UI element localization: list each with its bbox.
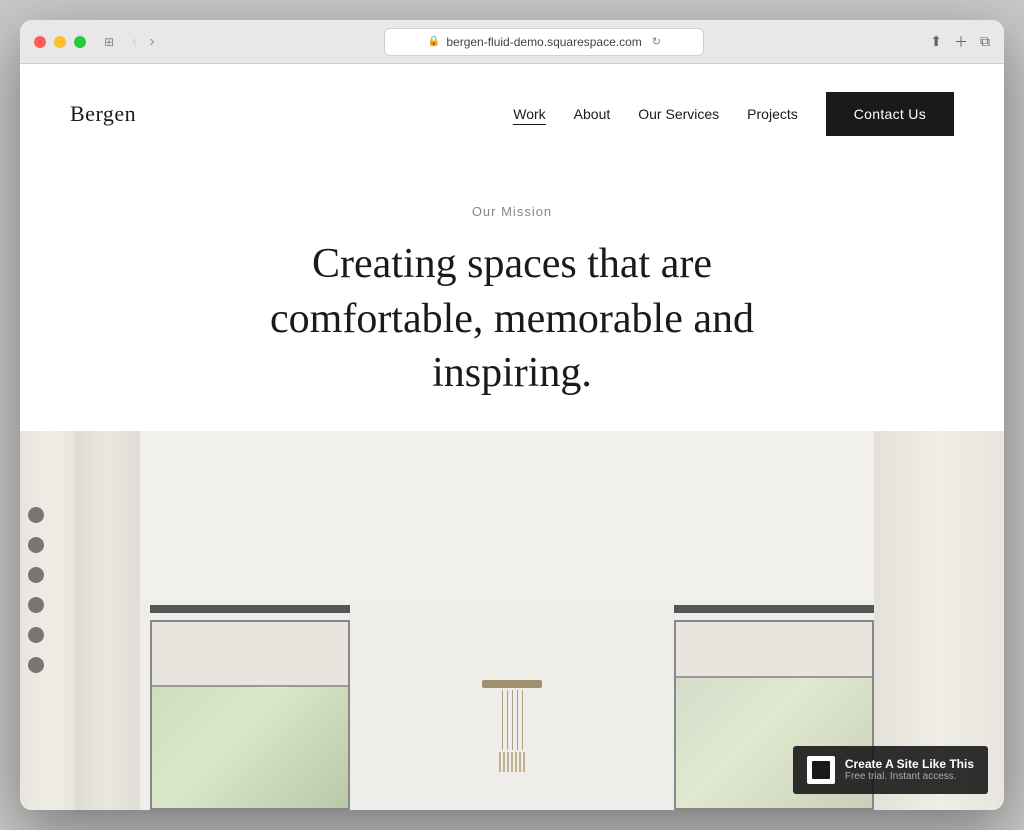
nav-link-work[interactable]: Work [513, 106, 545, 122]
left-curtains [20, 431, 150, 810]
mission-label: Our Mission [40, 204, 984, 219]
traffic-lights [34, 36, 86, 48]
title-bar: ⊞ ‹ › 🔒 bergen-fluid-demo.squarespace.co… [20, 20, 1004, 64]
headline-line1: Creating spaces that are [312, 241, 712, 287]
hero-image-section: Create A Site Like This Free trial. Inst… [20, 431, 1004, 810]
fringe-3 [507, 752, 509, 772]
string-4 [517, 690, 518, 750]
nav-arrows: ‹ › [128, 33, 159, 51]
reload-button[interactable]: ↻ [652, 35, 661, 48]
contact-us-button[interactable]: Contact Us [826, 92, 954, 136]
ring-4 [28, 597, 44, 613]
badge-text: Create A Site Like This Free trial. Inst… [845, 757, 974, 783]
ring-6 [28, 657, 44, 673]
window-bar-right [674, 605, 874, 613]
hanging-fringe [472, 752, 552, 772]
nav-link-services[interactable]: Our Services [638, 106, 719, 122]
fringe-6 [519, 752, 521, 772]
share-icon[interactable]: ⬆ [930, 33, 942, 50]
string-3 [512, 690, 513, 750]
squarespace-badge[interactable]: Create A Site Like This Free trial. Inst… [793, 746, 988, 794]
address-bar[interactable]: 🔒 bergen-fluid-demo.squarespace.com ↻ [384, 28, 704, 56]
maximize-button[interactable] [74, 36, 86, 48]
room-image: Create A Site Like This Free trial. Inst… [20, 431, 1004, 810]
lock-icon: 🔒 [428, 36, 440, 47]
browser-content: Bergen Work About Our Services Projects … [20, 64, 1004, 810]
squarespace-logo-inner [812, 761, 830, 779]
ring-3 [28, 567, 44, 583]
window-controls: ⊞ ‹ › [100, 33, 159, 51]
string-1 [502, 690, 503, 750]
close-button[interactable] [34, 36, 46, 48]
hanging-top [482, 680, 542, 688]
fringe-1 [499, 752, 501, 772]
mac-window: ⊞ ‹ › 🔒 bergen-fluid-demo.squarespace.co… [20, 20, 1004, 810]
badge-subtitle: Free trial. Instant access. [845, 771, 974, 783]
window-bar-left [150, 605, 350, 613]
nav-link-about[interactable]: About [574, 106, 611, 122]
hero-headline: Creating spaces that are comfortable, me… [252, 237, 772, 401]
new-tab-icon[interactable]: ＋ [954, 32, 968, 52]
curtain-panel-left-2 [75, 431, 140, 810]
headline-line2: comfortable, memorable and [270, 296, 754, 342]
badge-title: Create A Site Like This [845, 757, 974, 771]
site-nav: Work About Our Services Projects Contact… [513, 92, 954, 136]
ring-1 [28, 507, 44, 523]
back-button[interactable]: ‹ [128, 33, 141, 51]
url-text: bergen-fluid-demo.squarespace.com [446, 35, 641, 49]
site-header: Bergen Work About Our Services Projects … [20, 64, 1004, 164]
toolbar-right: ⬆ ＋ ⧉ [930, 32, 990, 52]
fringe-2 [503, 752, 505, 772]
decorative-hanging [472, 680, 552, 772]
string-5 [522, 690, 523, 750]
fringe-5 [515, 752, 517, 772]
hanging-strings [472, 690, 552, 750]
hero-section: Our Mission Creating spaces that are com… [20, 164, 1004, 431]
minimize-button[interactable] [54, 36, 66, 48]
fringe-4 [511, 752, 513, 772]
forward-button[interactable]: › [145, 33, 158, 51]
ring-2 [28, 537, 44, 553]
headline-line3: inspiring. [432, 350, 592, 396]
nav-link-projects[interactable]: Projects [747, 106, 798, 122]
curtain-rings [28, 507, 44, 673]
window-shade-right [676, 622, 872, 678]
squarespace-logo [807, 756, 835, 784]
fringe-7 [523, 752, 525, 772]
window-left [150, 620, 350, 810]
string-2 [507, 690, 508, 750]
ring-5 [28, 627, 44, 643]
sidebar-toggle[interactable]: ⊞ [100, 33, 118, 51]
site-logo[interactable]: Bergen [70, 101, 136, 127]
window-shade-left [152, 622, 348, 687]
tabs-icon[interactable]: ⧉ [980, 33, 990, 50]
ceiling [20, 431, 1004, 602]
address-bar-container: 🔒 bergen-fluid-demo.squarespace.com ↻ [169, 28, 921, 56]
